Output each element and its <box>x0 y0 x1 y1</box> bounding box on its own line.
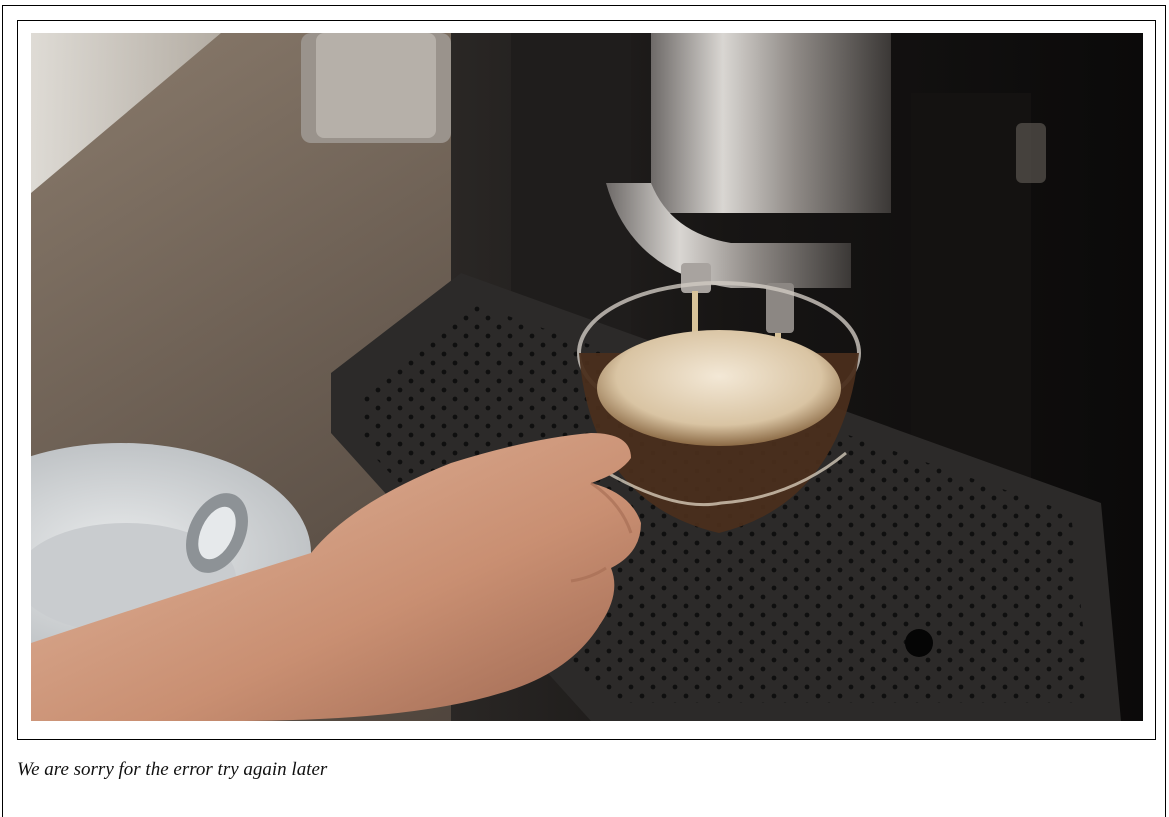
coffee-photo-illustration <box>31 33 1143 721</box>
error-message: We are sorry for the error try again lat… <box>17 759 328 780</box>
coffee-photo <box>31 33 1143 721</box>
